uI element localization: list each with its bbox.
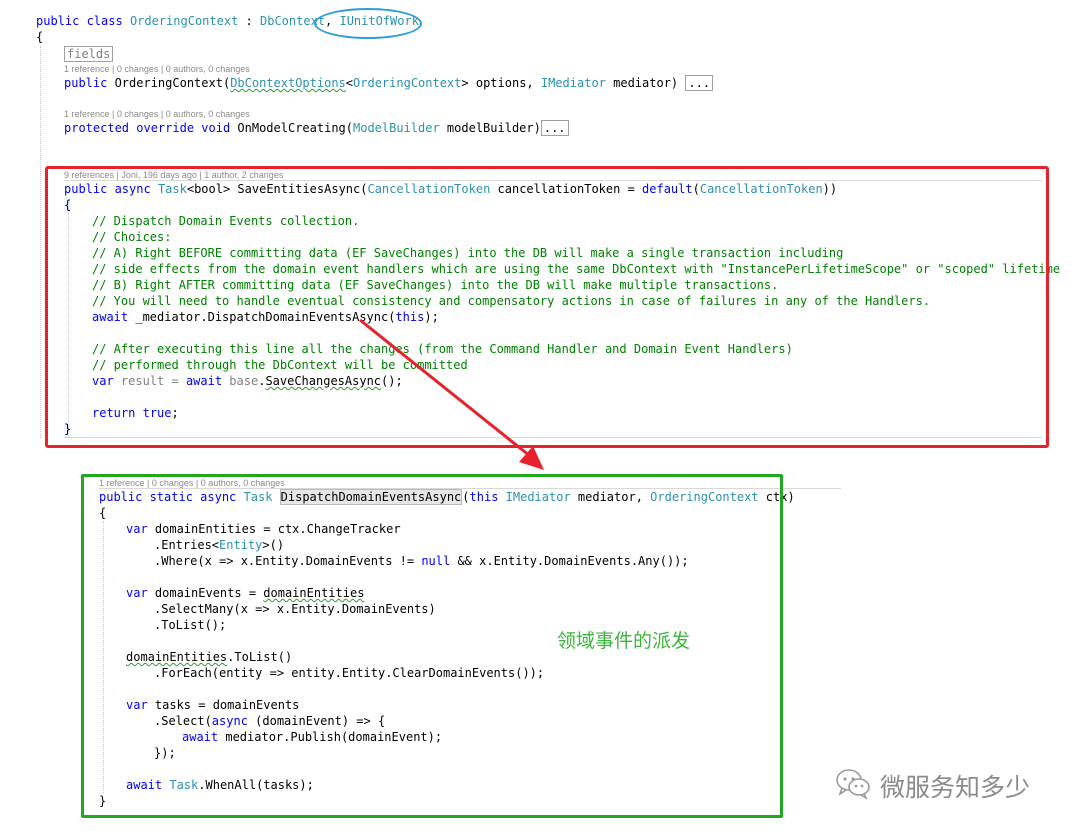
arrow-shaft (359, 318, 531, 458)
watermark-text: 微服务知多少 (880, 773, 1031, 802)
red-arrow (359, 318, 544, 470)
wechat-icon (835, 768, 871, 800)
